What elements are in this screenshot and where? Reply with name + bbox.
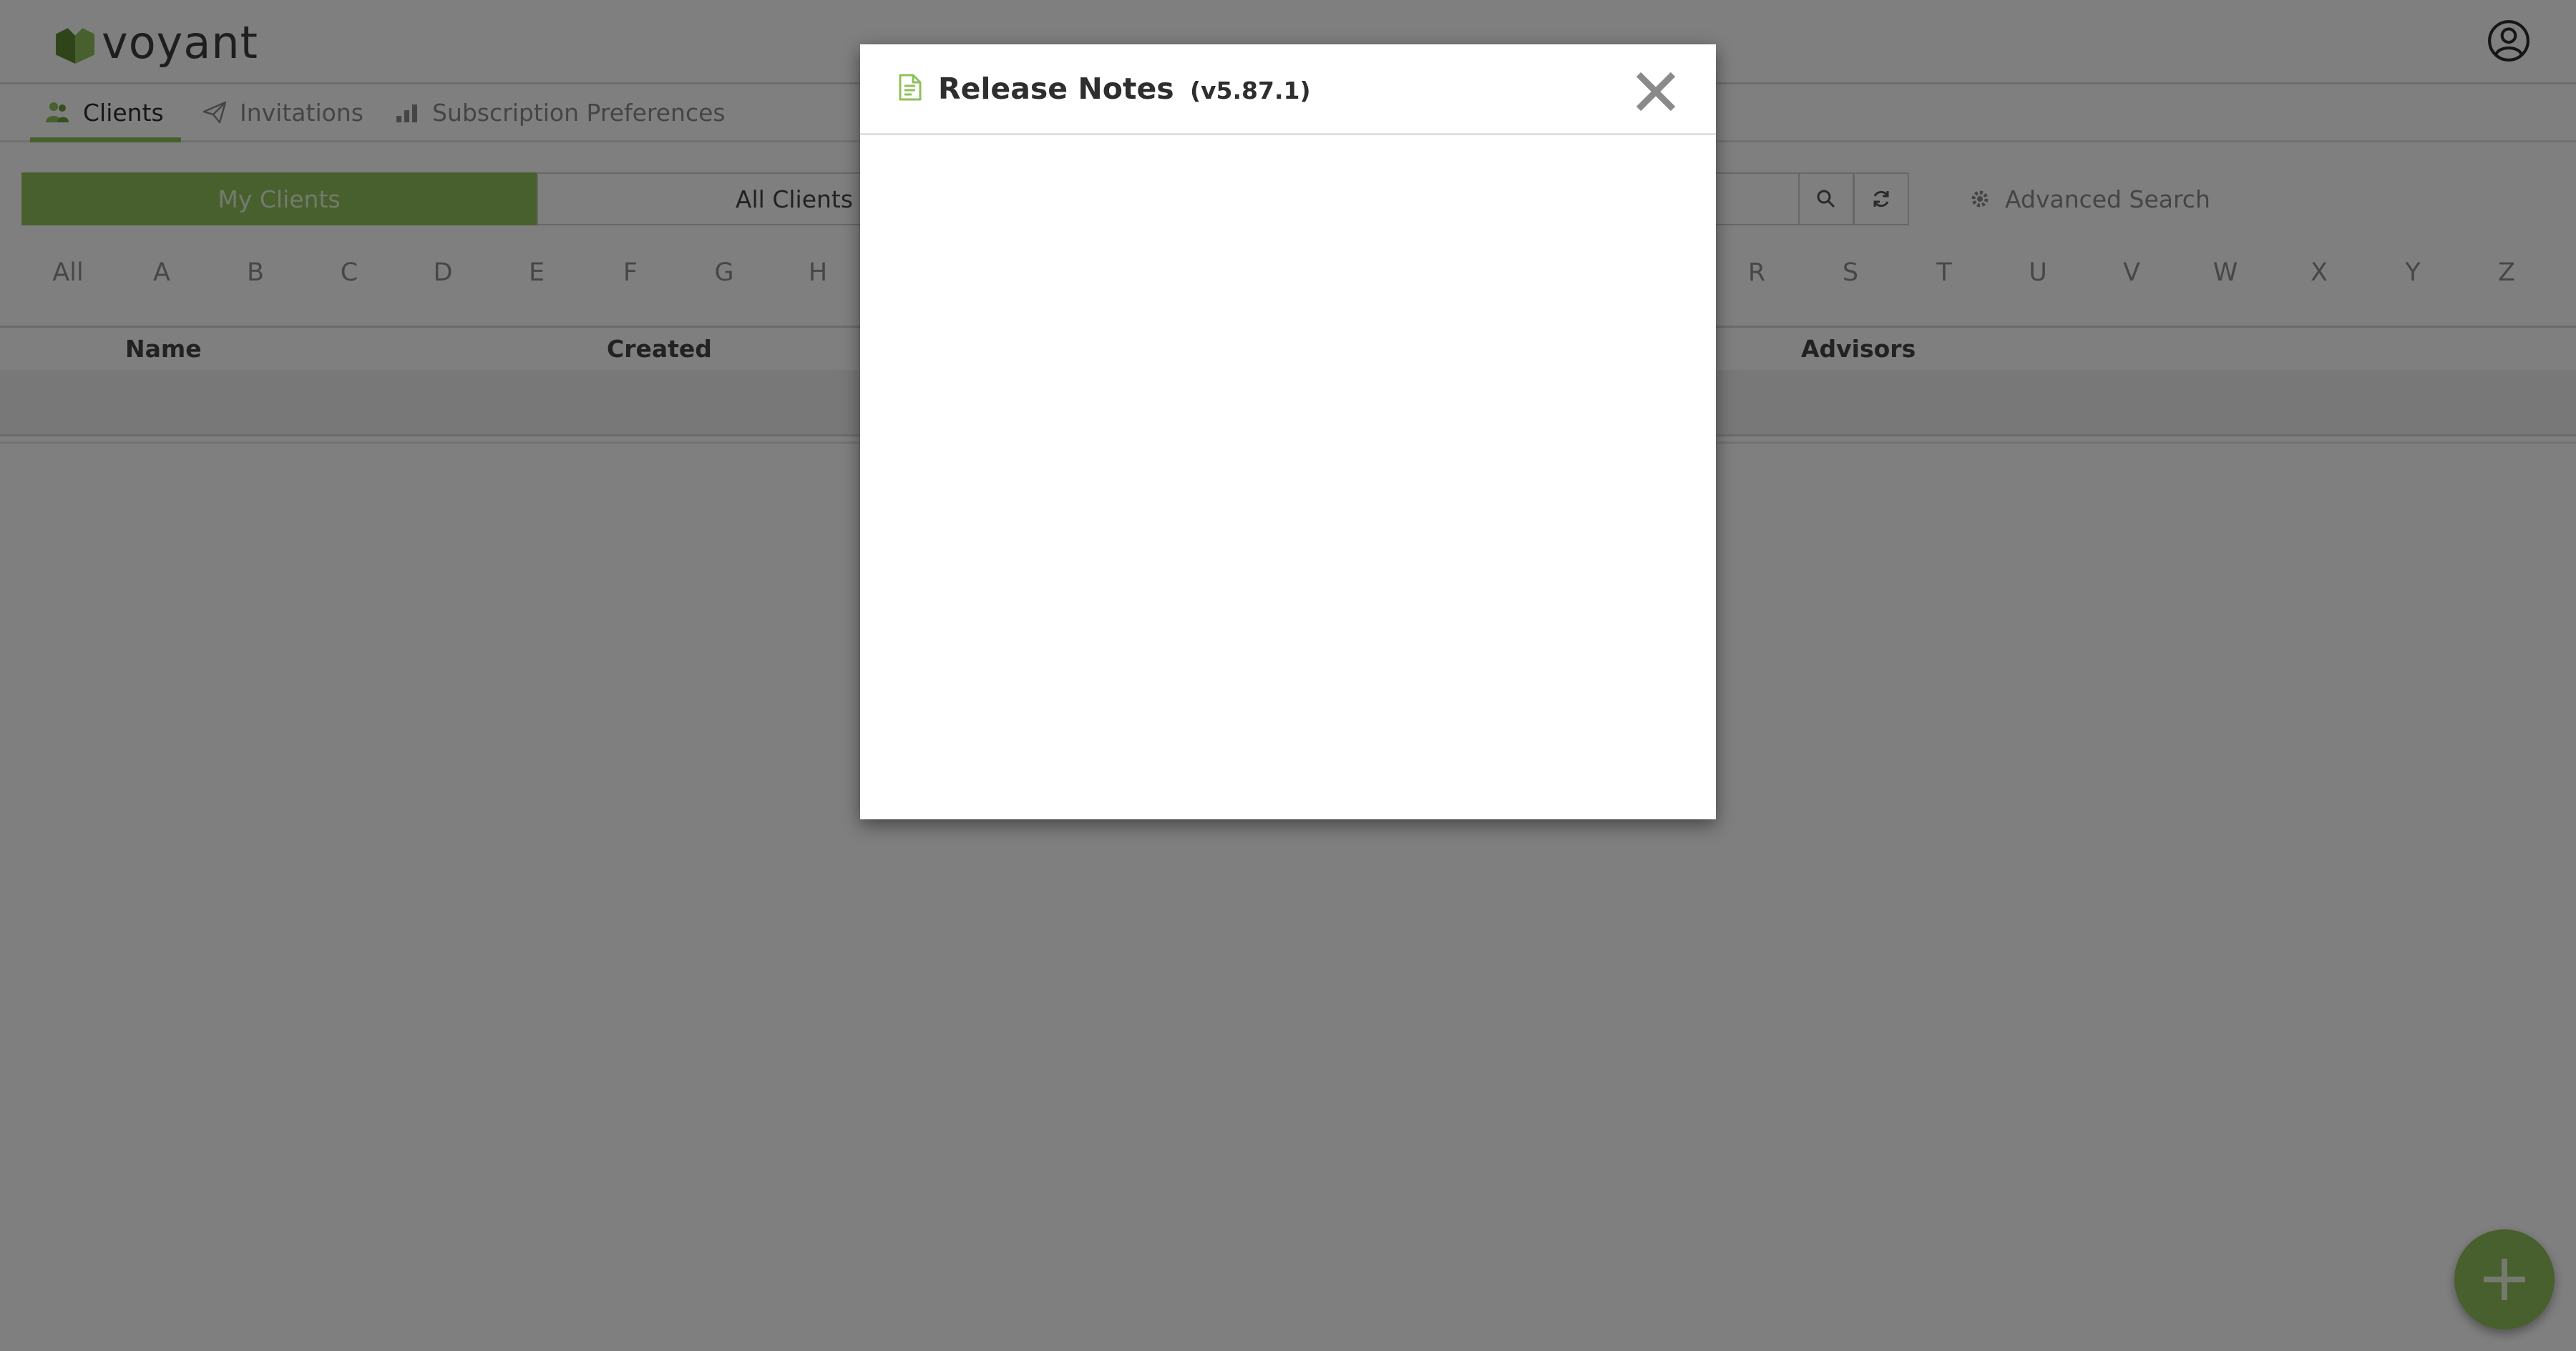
dialog-content	[860, 135, 1716, 819]
dialog-header: Release Notes (v5.87.1)	[860, 44, 1716, 135]
release-notes-dialog: Release Notes (v5.87.1)	[860, 44, 1716, 819]
close-icon[interactable]	[1633, 69, 1679, 114]
document-icon	[899, 74, 922, 101]
dialog-title-text: Release Notes	[938, 72, 1174, 106]
dialog-version: (v5.87.1)	[1189, 77, 1311, 104]
dialog-title: Release Notes (v5.87.1)	[938, 67, 1311, 112]
